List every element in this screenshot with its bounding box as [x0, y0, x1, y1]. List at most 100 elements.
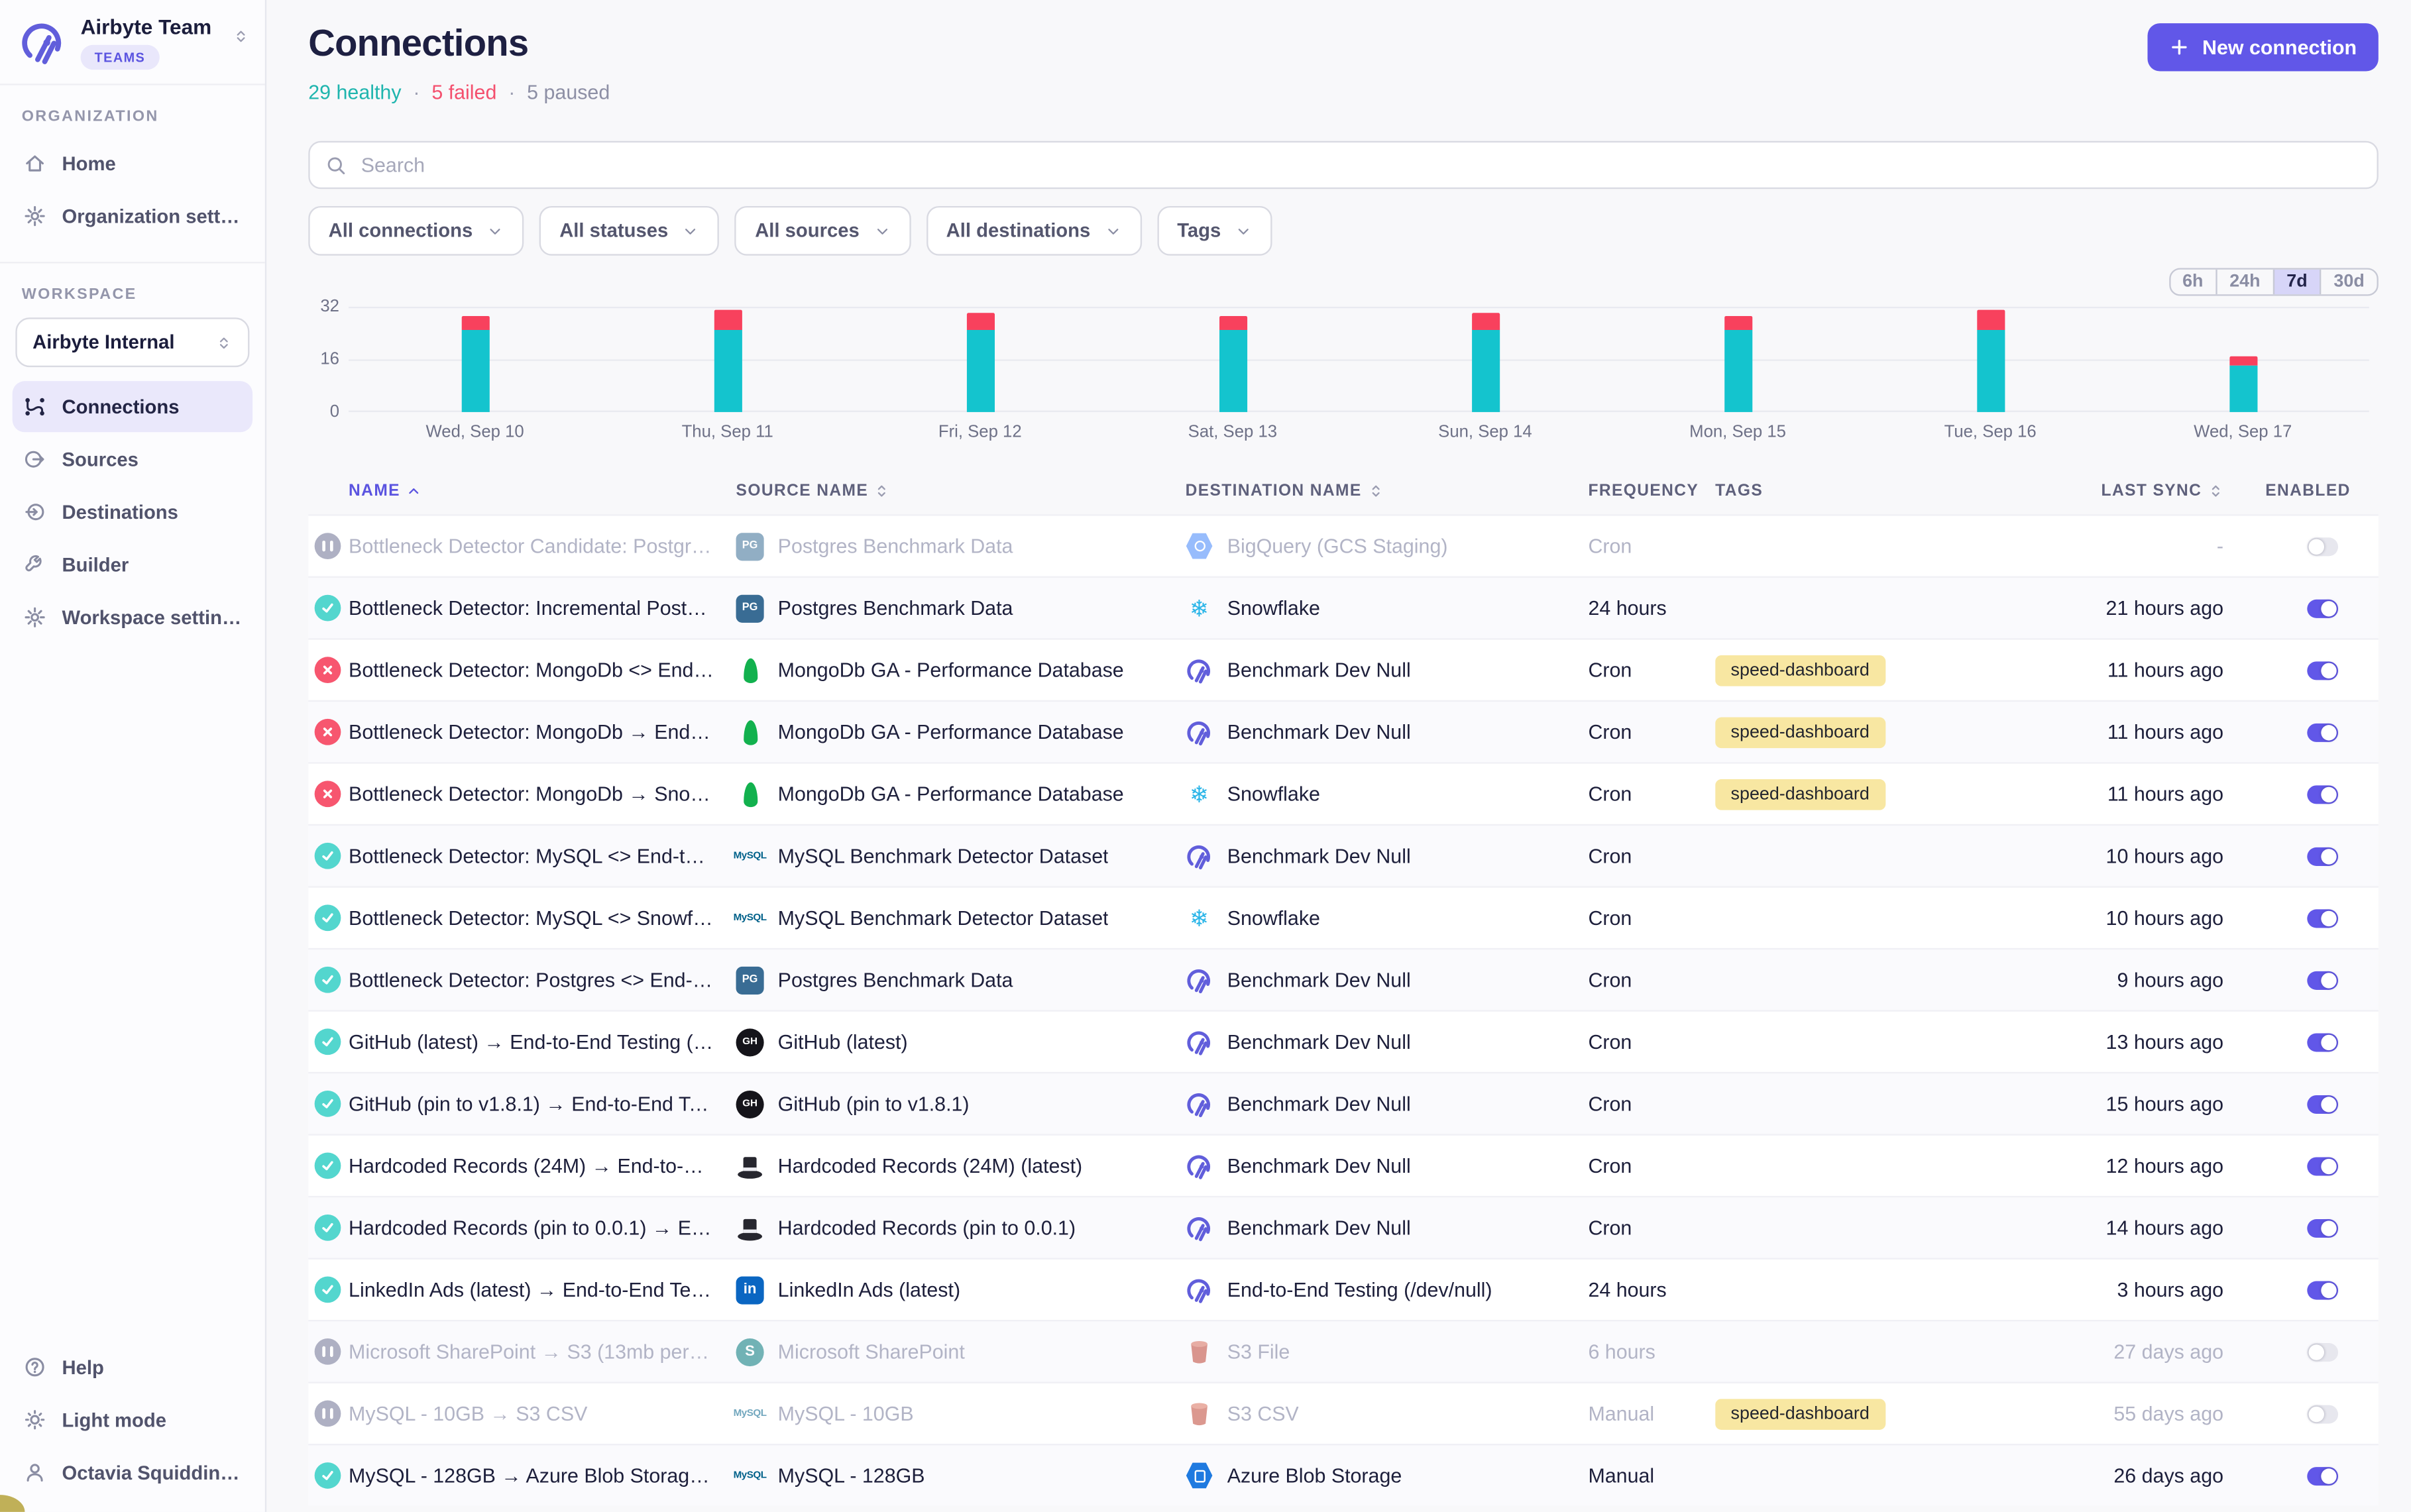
enabled-toggle[interactable] [2307, 1032, 2338, 1051]
sidebar-item-destinations[interactable]: Destinations [13, 486, 252, 537]
connection-row[interactable]: Bottleneck Detector Candidate: Postgres … [308, 514, 2379, 576]
x-axis-label: Sun, Sep 14 [1438, 423, 1532, 441]
connection-row[interactable]: Bottleneck Detector: MySQL <> End-to-End… [308, 824, 2379, 887]
enabled-toggle[interactable] [2307, 1404, 2338, 1423]
enabled-toggle[interactable] [2307, 723, 2338, 741]
enabled-toggle[interactable] [2307, 971, 2338, 989]
enabled-toggle[interactable] [2307, 1218, 2338, 1237]
destination-cell: Benchmark Dev Null [1186, 1214, 1589, 1242]
table-header: Name Source name Destination name Freque… [308, 472, 2379, 514]
connection-row[interactable]: LinkedIn Ads (latest) → End-to-End Testi… [308, 1258, 2379, 1320]
last-sync: - [2059, 535, 2223, 558]
airbyte-connections-page: Airbyte Team TEAMS ORGANIZATION HomeOrga… [0, 0, 2411, 1512]
source-name: Postgres Benchmark Data [778, 596, 1013, 620]
column-header-name[interactable]: Name [349, 482, 736, 500]
sidebar-item-octavia-squiddington[interactable]: Octavia Squiddington [13, 1447, 252, 1498]
time-range-30d[interactable]: 30d [2320, 270, 2377, 294]
filter-dropdown-tags[interactable]: Tags [1157, 206, 1272, 256]
tag-pill: speed-dashboard [1715, 1398, 1885, 1429]
column-header-destination-name[interactable]: Destination name [1186, 482, 1589, 500]
last-sync: 3 hours ago [2059, 1278, 2223, 1301]
column-label: Source name [736, 482, 869, 500]
enabled-toggle[interactable] [2307, 784, 2338, 803]
source-name: MySQL Benchmark Detector Dataset [778, 844, 1109, 867]
connection-row[interactable]: GitHub (pin to v1.8.1) → End-to-End Test… [308, 1072, 2379, 1134]
enabled-toggle[interactable] [2307, 1466, 2338, 1485]
destination-cell: BigQuery (GCS Staging) [1186, 532, 1589, 560]
chart-bar-fri-sep-12 [966, 313, 994, 412]
frequency: Cron [1588, 783, 1715, 806]
enabled-toggle[interactable] [2307, 661, 2338, 679]
enabled-toggle[interactable] [2307, 1342, 2338, 1361]
enabled-toggle[interactable] [2307, 847, 2338, 865]
enabled-toggle[interactable] [2307, 908, 2338, 927]
connection-status-cell [308, 1152, 349, 1179]
chart-bar-wed-sep-17 [2229, 356, 2257, 412]
time-range-6h[interactable]: 6h [2170, 270, 2215, 294]
toggle-knob [2321, 1282, 2336, 1297]
connection-row[interactable]: MySQL - 10GB → S3 CSVMySQLMySQL - 10GBS3… [308, 1381, 2379, 1444]
source-cell: MySQLMySQL Benchmark Detector Dataset [736, 904, 1186, 932]
sort-asc-icon [406, 483, 421, 498]
bar-segment-failed [714, 310, 742, 330]
sidebar-item-builder[interactable]: Builder [13, 539, 252, 590]
connection-status-cell [308, 1215, 349, 1241]
filter-dropdown-all-sources[interactable]: All sources [735, 206, 911, 256]
enabled-toggle[interactable] [2307, 1156, 2338, 1175]
column-label: Enabled [2265, 482, 2350, 500]
connection-row[interactable]: Bottleneck Detector: MySQL <> SnowflakeM… [308, 886, 2379, 948]
time-range-24h[interactable]: 24h [2215, 270, 2272, 294]
column-header-source-name[interactable]: Source name [736, 482, 1186, 500]
airbyte-destination-icon [1186, 1028, 1213, 1055]
source-name: MongoDb GA - Performance Database [778, 720, 1124, 743]
connection-row[interactable]: Hardcoded Records (pin to 0.0.1) → End-t… [308, 1196, 2379, 1258]
enabled-toggle[interactable] [2307, 1095, 2338, 1113]
connection-row[interactable]: GitHub (latest) → End-to-End Testing (/d… [308, 1010, 2379, 1072]
connection-row[interactable]: Bottleneck Detector: Incremental Postgre… [308, 576, 2379, 639]
sidebar-item-connections[interactable]: Connections [13, 381, 252, 432]
sidebar-item-home[interactable]: Home [13, 138, 252, 189]
connection-row[interactable]: Hardcoded Records (24M) → End-to-End Te.… [308, 1134, 2379, 1196]
destination-cell: Benchmark Dev Null [1186, 966, 1589, 994]
column-header-enabled: Enabled [2223, 482, 2379, 500]
destination-cell: ❄Snowflake [1186, 780, 1589, 808]
sidebar-item-workspace-settings[interactable]: Workspace settings [13, 592, 252, 643]
bar-segment-failed [1976, 310, 2004, 330]
connection-row[interactable]: Microsoft SharePoint → S3 (13mb performa… [308, 1320, 2379, 1382]
enabled-toggle[interactable] [2307, 1280, 2338, 1299]
x-axis-label: Wed, Sep 17 [2194, 423, 2292, 441]
filter-dropdown-all-destinations[interactable]: All destinations [926, 206, 1141, 256]
filter-dropdown-label: All connections [329, 220, 473, 242]
enabled-toggle[interactable] [2307, 599, 2338, 618]
enabled-toggle[interactable] [2307, 537, 2338, 555]
column-label: Last sync [2102, 482, 2202, 500]
connection-row[interactable]: MySQL - 128GB → Azure Blob Storage JSOn … [308, 1444, 2379, 1506]
last-sync: 10 hours ago [2059, 906, 2223, 930]
connection-status-cell [308, 904, 349, 931]
sidebar-item-sources[interactable]: Sources [13, 434, 252, 485]
search-input[interactable] [361, 153, 2361, 176]
connection-row[interactable]: Bottleneck Detector: MongoDb <> End-to-E… [308, 638, 2379, 700]
filter-dropdown-all-connections[interactable]: All connections [308, 206, 524, 256]
connection-row[interactable]: Bottleneck Detector: MongoDb → Snowflake… [308, 762, 2379, 824]
filter-dropdown-all-statuses[interactable]: All statuses [539, 206, 720, 256]
new-connection-button[interactable]: New connection [2148, 23, 2379, 71]
airbyte-destination-icon [1186, 966, 1213, 994]
workspace-selector[interactable]: Airbyte Internal [15, 317, 249, 367]
sidebar-item-organization-settings[interactable]: Organization settings [13, 191, 252, 242]
connection-row[interactable]: Bottleneck Detector: MongoDb → End-to-En… [308, 700, 2379, 763]
sidebar-item-help[interactable]: Help [13, 1342, 252, 1393]
connection-row[interactable]: Bottleneck Detector: Postgres <> End-to-… [308, 948, 2379, 1010]
source-cell: inLinkedIn Ads (latest) [736, 1275, 1186, 1303]
source-name: GitHub (pin to v1.8.1) [778, 1092, 970, 1115]
frequency: Cron [1588, 1154, 1715, 1177]
source-cell: PGPostgres Benchmark Data [736, 594, 1186, 622]
column-header-last-sync[interactable]: Last sync [2059, 482, 2223, 500]
source-cell: PGPostgres Benchmark Data [736, 966, 1186, 994]
org-switcher[interactable]: Airbyte Team TEAMS [0, 0, 265, 85]
table-body: Bottleneck Detector Candidate: Postgres … [308, 514, 2379, 1505]
time-range-7d[interactable]: 7d [2272, 270, 2320, 294]
github-icon: GH [736, 1028, 764, 1055]
sidebar-item-light-mode[interactable]: Light mode [13, 1394, 252, 1445]
enabled-cell [2223, 1156, 2379, 1175]
